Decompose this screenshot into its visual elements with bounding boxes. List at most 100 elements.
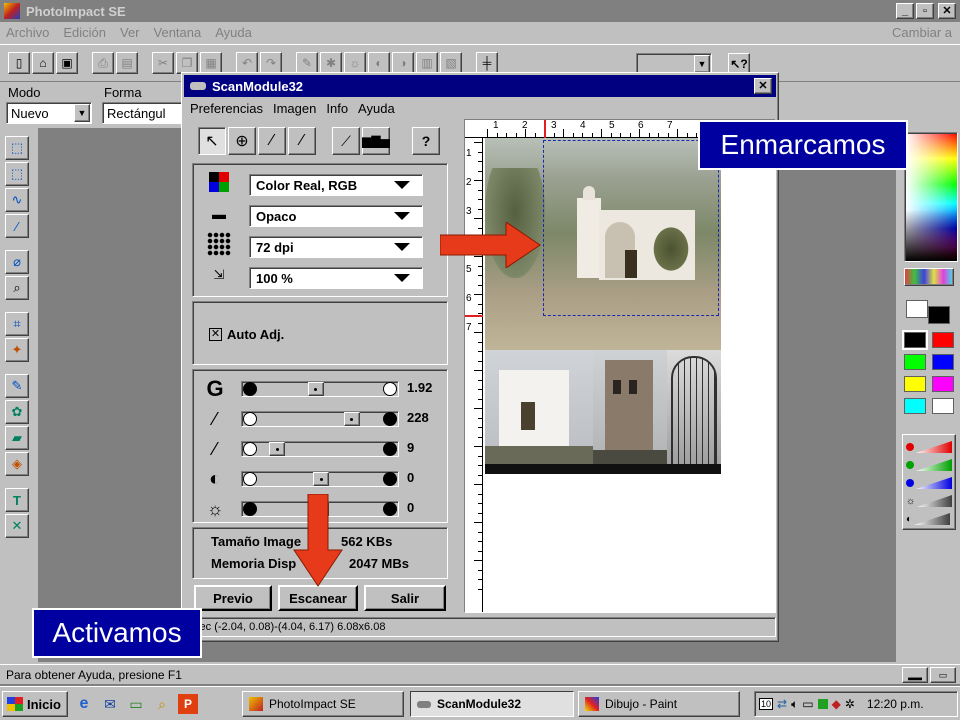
tray-green-icon[interactable]: [817, 699, 828, 709]
explorer-icon[interactable]: ⌕: [152, 694, 172, 714]
scan-menu-ayuda[interactable]: Ayuda: [358, 101, 395, 116]
print-preview-icon[interactable]: ▤: [116, 52, 138, 74]
adjust-slider-track[interactable]: [241, 411, 399, 427]
color-spectrum[interactable]: [904, 132, 958, 262]
scan-dropper-icon[interactable]: ⁄: [258, 127, 286, 155]
menu-ver[interactable]: Ver: [120, 25, 140, 40]
slider-thumb[interactable]: [269, 442, 285, 456]
path-tool-icon[interactable]: ✕: [5, 514, 29, 538]
scan-menu-preferencias[interactable]: Preferencias: [190, 101, 263, 116]
scan-close-button[interactable]: ✕: [754, 78, 772, 94]
adjust-slider-track[interactable]: [241, 381, 399, 397]
crop-tool-icon[interactable]: ⌗: [5, 312, 29, 336]
blue-ramp[interactable]: [916, 477, 952, 489]
menu-archivo[interactable]: Archivo: [6, 25, 49, 40]
fill-tool-icon[interactable]: ◈: [5, 452, 29, 476]
swatch-blue[interactable]: [932, 354, 954, 370]
media-select[interactable]: Opaco: [249, 205, 423, 227]
task-photoimpact[interactable]: PhotoImpact SE: [242, 691, 404, 717]
copy-icon[interactable]: ❐: [176, 52, 198, 74]
light-icon[interactable]: ☼: [344, 52, 366, 74]
contrast-ramp[interactable]: [914, 513, 951, 525]
tray-speaker-icon[interactable]: 🔈︎: [791, 697, 798, 712]
curve-icon[interactable]: ⟋: [332, 127, 360, 155]
green-ramp[interactable]: [916, 459, 952, 471]
ie-icon[interactable]: e: [74, 694, 94, 714]
status-ruler-icon[interactable]: ▂▂: [902, 667, 928, 683]
swatch-yellow[interactable]: [904, 376, 926, 392]
forma-select[interactable]: Rectángul: [102, 102, 188, 124]
slider-thumb[interactable]: [307, 382, 324, 396]
palette-icon[interactable]: ▧: [440, 52, 462, 74]
brightness-ramp[interactable]: [917, 495, 952, 507]
layers-icon[interactable]: ▥: [416, 52, 438, 74]
scan-button[interactable]: Escanear: [278, 585, 358, 611]
menu-ayuda[interactable]: Ayuda: [215, 25, 252, 40]
pick-tool-icon[interactable]: ⬚: [5, 136, 29, 160]
histogram-icon[interactable]: ▆▇▅: [362, 127, 390, 155]
undo-icon[interactable]: ↶: [236, 52, 258, 74]
auto-adj-checkbox[interactable]: ✕: [209, 328, 222, 341]
adjust-slider-track[interactable]: [241, 471, 399, 487]
status-window-icon[interactable]: ▭: [930, 667, 956, 683]
color-icon[interactable]: ◐: [368, 52, 390, 74]
tray-monitor-icon[interactable]: ▭: [802, 697, 813, 711]
adjust-slider-track[interactable]: [241, 441, 399, 457]
print-icon[interactable]: ⎙: [92, 52, 114, 74]
red-ramp[interactable]: [916, 441, 952, 453]
text-tool-icon[interactable]: T: [5, 488, 29, 512]
scan-zoom-icon[interactable]: ⊕: [228, 127, 256, 155]
scan-dropper-black-icon[interactable]: ⁄: [288, 127, 316, 155]
clone-tool-icon[interactable]: ✿: [5, 400, 29, 424]
wand-tool-icon[interactable]: ⁄: [5, 214, 29, 238]
swatch-cyan[interactable]: [904, 398, 926, 414]
foreground-color-swatch[interactable]: [928, 306, 950, 324]
start-button[interactable]: Inicio: [2, 691, 68, 717]
scan-help-icon[interactable]: ?: [412, 127, 440, 155]
new-file-icon[interactable]: ▯: [8, 52, 30, 74]
mask-tool-icon[interactable]: ⬚: [5, 162, 29, 186]
tray-badge[interactable]: 10: [759, 698, 774, 710]
swatch-magenta[interactable]: [932, 376, 954, 392]
scan-selection-frame[interactable]: [543, 140, 719, 316]
resolution-select[interactable]: 72 dpi: [249, 236, 423, 258]
swatch-red[interactable]: [932, 332, 954, 348]
task-scanmodule[interactable]: ScanModule32: [410, 691, 574, 717]
slider-thumb[interactable]: [313, 472, 329, 486]
desktop-icon[interactable]: ▭: [126, 694, 146, 714]
slider-thumb[interactable]: [343, 412, 360, 426]
redo-icon[interactable]: ↷: [260, 52, 282, 74]
tone-icon[interactable]: ◑: [392, 52, 414, 74]
lasso-tool-icon[interactable]: ∿: [5, 188, 29, 212]
menu-edicion[interactable]: Edición: [63, 25, 106, 40]
scale-select[interactable]: 100 %: [249, 267, 423, 289]
menu-cambiar-a[interactable]: Cambiar a: [892, 25, 952, 40]
tray-flag-icon[interactable]: ◆: [832, 697, 841, 711]
modo-select[interactable]: Nuevo ▼: [6, 102, 92, 124]
powerpoint-icon[interactable]: P: [178, 694, 198, 714]
transform-icon[interactable]: ✎: [296, 52, 318, 74]
swatch-green[interactable]: [904, 354, 926, 370]
outlook-icon[interactable]: ✉: [100, 694, 120, 714]
color-mode-select[interactable]: Color Real, RGB: [249, 174, 423, 196]
exit-button[interactable]: Salir: [364, 585, 446, 611]
cut-icon[interactable]: ✂: [152, 52, 174, 74]
task-paint[interactable]: Dibujo - Paint: [578, 691, 740, 717]
scan-menu-imagen[interactable]: Imagen: [273, 101, 316, 116]
preview-button[interactable]: Previo: [194, 585, 272, 611]
paste-icon[interactable]: ▦: [200, 52, 222, 74]
open-folder-icon[interactable]: ⌂: [32, 52, 54, 74]
menu-ventana[interactable]: Ventana: [154, 25, 202, 40]
palette-strip[interactable]: [904, 268, 954, 286]
minimize-button[interactable]: _: [896, 3, 914, 19]
tray-gear-icon[interactable]: ✲: [845, 697, 855, 711]
brush-tool-icon[interactable]: ✎: [5, 374, 29, 398]
background-color-swatch[interactable]: [906, 300, 928, 318]
retouch-tool-icon[interactable]: ▰: [5, 426, 29, 450]
close-button[interactable]: ✕: [938, 3, 956, 19]
restore-button[interactable]: ▫: [916, 3, 934, 19]
scan-menu-info[interactable]: Info: [326, 101, 348, 116]
save-icon[interactable]: ▣: [56, 52, 78, 74]
transform-tool-icon[interactable]: ✦: [5, 338, 29, 362]
effect-icon[interactable]: ✱: [320, 52, 342, 74]
